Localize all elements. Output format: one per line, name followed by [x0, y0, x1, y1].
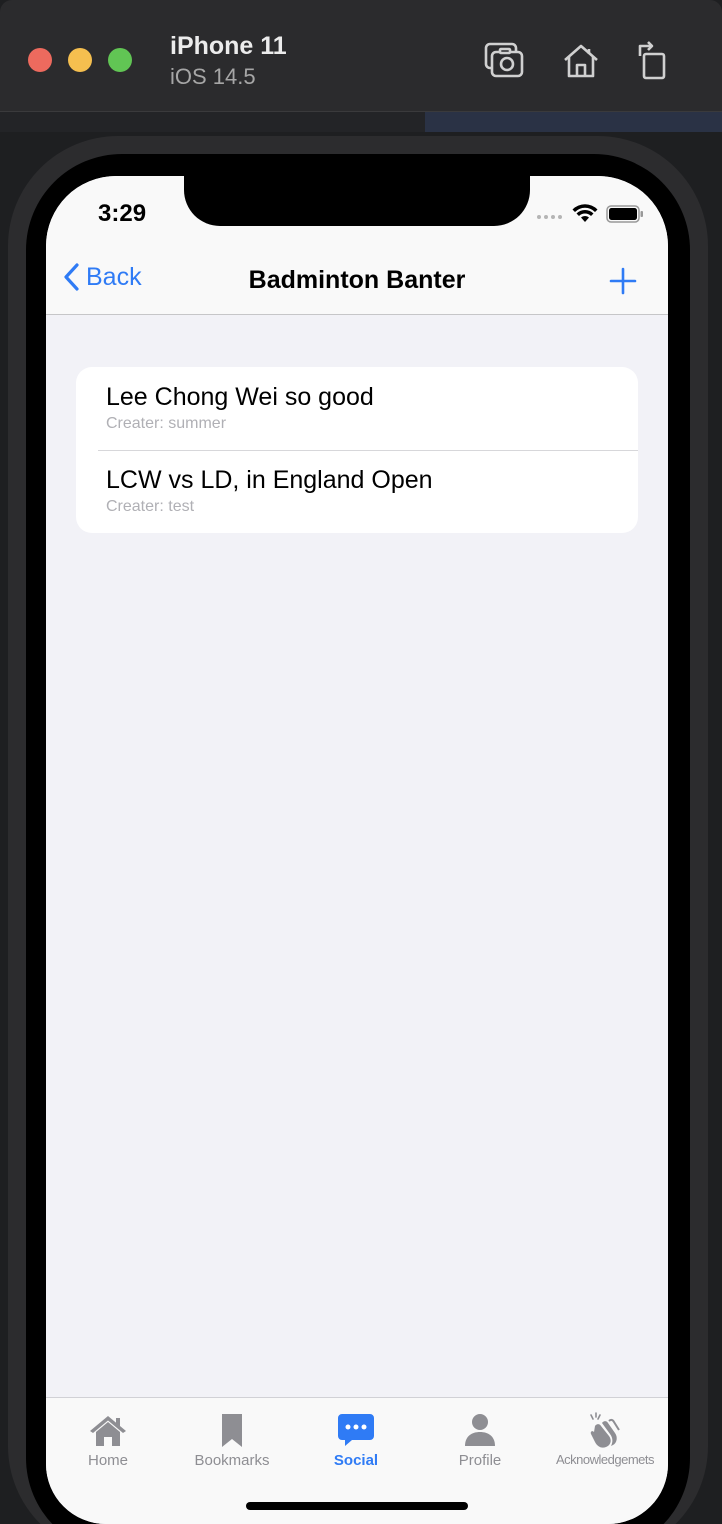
screenshot-icon[interactable]: [480, 38, 526, 84]
house-icon: [90, 1416, 126, 1446]
thread-creator: Creater: test: [106, 498, 195, 515]
thread-creator: Creater: summer: [106, 415, 227, 432]
tab-profile[interactable]: Profile: [418, 1412, 542, 1472]
list-item[interactable]: Lee Chong Wei so good Creater: summer: [76, 367, 638, 450]
tab-label: Home: [87, 1452, 128, 1469]
clapping-hands-icon: [590, 1412, 620, 1448]
background-editor-strip: [0, 112, 722, 132]
thread-list: Lee Chong Wei so good Creater: summer LC…: [76, 367, 638, 533]
minimize-window-button[interactable]: [68, 48, 92, 72]
device-name: iPhone 11: [170, 32, 287, 60]
cellular-signal-icon: [537, 215, 562, 219]
status-icons: [536, 204, 644, 224]
thread-title: Lee Chong Wei so good: [106, 383, 374, 411]
tab-label: Bookmarks: [194, 1452, 270, 1469]
bookmark-icon: [222, 1414, 242, 1447]
home-icon[interactable]: [558, 38, 604, 84]
status-time: 3:29: [98, 200, 147, 227]
tab-acknowledgements[interactable]: Acknowledgemets: [542, 1412, 668, 1472]
rotate-icon[interactable]: [630, 38, 676, 84]
thread-title: LCW vs LD, in England Open: [106, 466, 433, 494]
simulator-titlebar: iPhone 11 iOS 14.5: [0, 0, 722, 112]
device-notch: [184, 176, 530, 226]
close-window-button[interactable]: [28, 48, 52, 72]
home-indicator: [246, 1502, 468, 1510]
tab-home[interactable]: Home: [46, 1412, 170, 1472]
tab-bookmarks[interactable]: Bookmarks: [170, 1412, 294, 1472]
battery-icon: [606, 205, 643, 223]
os-version: iOS 14.5: [170, 64, 256, 89]
tab-label: Profile: [458, 1452, 502, 1469]
page-title: Badminton Banter: [248, 266, 466, 294]
wifi-icon: [572, 204, 598, 222]
tab-social[interactable]: Social: [294, 1412, 418, 1472]
add-thread-button[interactable]: [608, 266, 638, 296]
tab-label: Social: [333, 1452, 379, 1469]
tab-label: Acknowledgemets: [556, 1452, 655, 1467]
person-icon: [465, 1414, 495, 1446]
phone-screen: 3:29 Back Badminton Banter Lee Chong Wei…: [46, 176, 668, 1524]
zoom-window-button[interactable]: [108, 48, 132, 72]
chat-bubble-icon: [338, 1414, 374, 1446]
plus-icon: [609, 267, 637, 295]
list-item[interactable]: LCW vs LD, in England Open Creater: test: [76, 450, 638, 533]
